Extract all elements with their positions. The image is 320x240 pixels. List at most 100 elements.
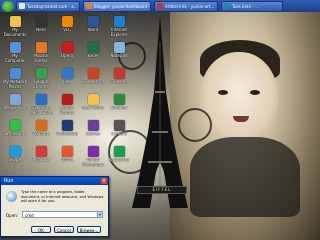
desktop-icon[interactable]: Office: [54, 146, 80, 172]
desktop-icon-label: My Network Places: [3, 80, 27, 89]
game-icon: [87, 120, 99, 131]
desktop-icon-label: Cyberlink Media Suite: [29, 106, 53, 115]
ie-icon: [113, 16, 125, 27]
run-dialog-titlebar[interactable]: Run ×: [1, 177, 108, 185]
pdf-icon: [61, 94, 73, 105]
taskbar-button[interactable]: Tuesdaymarket.com - a...: [16, 0, 80, 12]
desktop-icon-label: Notepad: [110, 54, 128, 58]
shield-icon: [113, 94, 125, 105]
run-dialog: Run × Type the name of a program, folder…: [0, 176, 109, 237]
firefox-icon: [35, 42, 47, 53]
desktop-icon-label: Word: [87, 28, 99, 32]
desktop-icon[interactable]: Word: [80, 16, 106, 42]
open-input[interactable]: cmd: [22, 211, 98, 218]
photo-icon: [35, 146, 47, 157]
camera-icon: [113, 120, 125, 131]
app-icon: [224, 3, 230, 9]
desktop-icon[interactable]: IDM: [54, 68, 80, 94]
desktop-icon[interactable]: Picasa 3: [28, 146, 54, 172]
desktop-icon[interactable]: CCleaner: [106, 68, 132, 94]
start-button[interactable]: [2, 0, 14, 12]
folder-icon: [87, 94, 99, 105]
network-icon: [9, 68, 21, 79]
desktop-icon[interactable]: Adobe Reader: [54, 94, 80, 120]
desktop-icon[interactable]: My Documents: [2, 16, 28, 42]
cancel-button[interactable]: Cancel: [54, 226, 74, 233]
desktop-icon-label: Excel: [87, 54, 99, 58]
skype-icon: [9, 146, 21, 157]
desktop-icon-label: CCleaner: [109, 80, 129, 84]
desktop-icon[interactable]: Opera: [54, 42, 80, 68]
desktop-icon[interactable]: Winamp: [28, 120, 54, 146]
office-icon: [61, 146, 73, 157]
run-description: Type the name of a program, folder, docu…: [21, 190, 104, 204]
desktop-icon-label: Recycle Bin: [3, 106, 27, 110]
app-icon: [19, 3, 25, 9]
media-icon: [35, 94, 47, 105]
ok-button[interactable]: OK: [31, 226, 51, 233]
desktop-icon[interactable]: My Computer: [2, 42, 28, 68]
desktop-icon[interactable]: New Folder: [80, 94, 106, 120]
desktop-icon[interactable]: Recycle Bin: [2, 94, 28, 120]
taskbar-button[interactable]: Blogger: yuniar-dashboard - ...: [83, 0, 151, 12]
desktop-icon-label: Adobe Reader: [59, 106, 75, 115]
chrome-icon: [35, 68, 47, 79]
desktop-icon-label: My Computer: [5, 54, 25, 63]
desktop-icon[interactable]: Cyberlink Media Suite: [28, 94, 54, 120]
desktop-icon[interactable]: Camera: [106, 120, 132, 146]
desktop-icon[interactable]: WhatsApp: [2, 120, 28, 146]
desktop-icon-label: Skype: [8, 158, 22, 162]
desktop-icon-label: Smadav: [110, 106, 128, 110]
desktop-icon-label: WhatsApp: [4, 132, 26, 136]
word-icon: [87, 16, 99, 27]
opera-icon: [61, 42, 73, 53]
desktop-icon[interactable]: VLC: [54, 16, 80, 42]
app-icon: [157, 3, 163, 9]
desktop-icon-label: VLC: [63, 28, 71, 32]
taskbar-button-label: Blogger: yuniar-dashboard - ...: [94, 3, 151, 9]
desktop-icon-label: Camera: [111, 132, 127, 136]
desktop-icon[interactable]: Nero: [28, 16, 54, 42]
run-icon: [6, 191, 17, 202]
desktop-icon[interactable]: PowerPoint: [80, 68, 106, 94]
taskbar: Tuesdaymarket.com - a... Blogger: yuniar-…: [0, 0, 320, 12]
desktop-icon[interactable]: Skype: [2, 146, 28, 172]
browse-button[interactable]: Browse...: [77, 226, 101, 233]
desktop-icon-label: IDM: [63, 80, 71, 84]
taskbar-button[interactable]: Artikel-Info - yuniar-art...: [154, 0, 218, 12]
close-button[interactable]: ×: [101, 178, 107, 184]
cone-icon: [61, 16, 73, 27]
desktop-icon-label: Internet Explorer: [110, 28, 128, 37]
desktop-icon-label: Winamp: [32, 132, 50, 136]
desktop-icon[interactable]: Games: [80, 120, 106, 146]
antivirus-icon: [113, 146, 125, 157]
desktop-icon[interactable]: Photoshop: [54, 120, 80, 146]
desktop-icon[interactable]: Kaspersky: [106, 146, 132, 172]
download-icon: [61, 68, 73, 79]
recycle-bin-icon: [9, 94, 21, 105]
chat-icon: [9, 120, 21, 131]
desktop-icon-label: Yahoo! Messenger: [82, 158, 104, 167]
app-icon: [86, 3, 92, 9]
desktop-icon-label: Games: [86, 132, 100, 136]
desktop-icon[interactable]: Internet Explorer: [106, 16, 132, 42]
desktop-icon[interactable]: My Network Places: [2, 68, 28, 94]
desktop-icon[interactable]: Smadav: [106, 94, 132, 120]
folder-icon: [9, 16, 21, 27]
taskbar-button-label: Tulis Entri - ...: [232, 3, 260, 9]
desktop-icon-label: Mozilla Firefox: [34, 54, 48, 63]
desktop-icon-label: Opera: [60, 54, 74, 58]
desktop-icon[interactable]: Excel: [80, 42, 106, 68]
taskbar-button[interactable]: Tulis Entri - ...: [221, 0, 283, 12]
desktop-icon[interactable]: Yahoo! Messenger: [80, 146, 106, 172]
desktop-icon[interactable]: Google Chrome: [28, 68, 54, 94]
desktop-icon-label: Picasa 3: [32, 158, 50, 162]
desktop-icon-label: Nero: [36, 28, 46, 32]
desktop-icon-label: Photoshop: [56, 132, 78, 136]
desktop-icon-label: My Documents: [3, 28, 27, 37]
chevron-down-icon[interactable]: ▾: [97, 211, 103, 218]
taskbar-button-label: Artikel-Info - yuniar-art...: [165, 3, 215, 9]
desktop-icon[interactable]: Mozilla Firefox: [28, 42, 54, 68]
desktop-icon[interactable]: Notepad: [106, 42, 132, 68]
music-icon: [35, 120, 47, 131]
